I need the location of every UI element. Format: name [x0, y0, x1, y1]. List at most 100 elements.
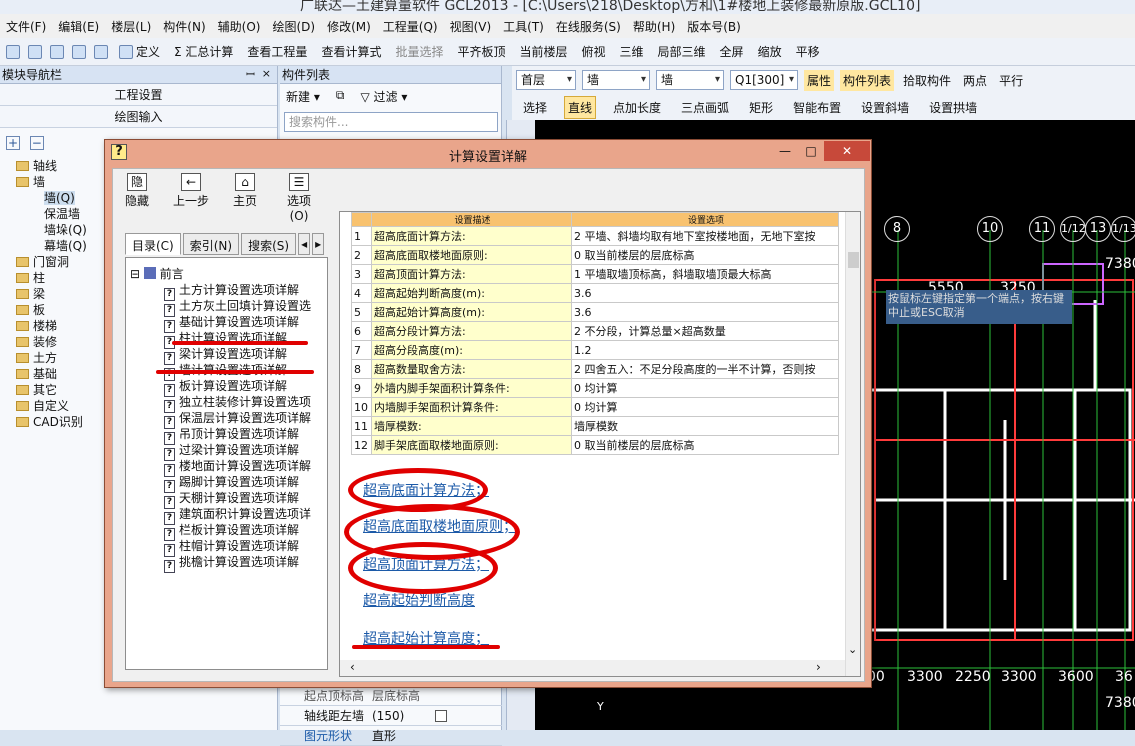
toc-item[interactable]: ? 柱帽计算设置选项详解	[164, 538, 299, 557]
fullscreen-button[interactable]: 全屏	[717, 41, 747, 62]
menu-modify[interactable]: 修改(M)	[327, 18, 371, 35]
select-button[interactable]: 选择	[520, 96, 550, 119]
zoom-button[interactable]: 缩放	[755, 41, 785, 62]
tree-item-curtain-wall[interactable]: 幕墙(Q)	[16, 238, 87, 254]
table-row[interactable]: 12 脚手架底面取楼地面原则: 0 取当前楼层的层底标高	[351, 435, 839, 455]
menu-view[interactable]: 视图(V)	[450, 18, 492, 35]
menu-floor[interactable]: 楼层(L)	[111, 18, 151, 35]
options-button[interactable]: ☰ 选项(O)	[281, 173, 317, 223]
tab-index[interactable]: 索引(N)	[182, 233, 240, 255]
rect-button[interactable]: 矩形	[746, 96, 776, 119]
tab-contents[interactable]: 目录(C)	[125, 233, 181, 255]
tree-item-axis[interactable]: 轴线	[16, 158, 87, 174]
hide-button[interactable]: 隐隐藏	[119, 173, 155, 213]
table-row[interactable]: 11 墙厚模数: 墙厚模数	[351, 416, 839, 436]
scroll-left-arrow[interactable]: ‹	[350, 660, 355, 674]
toc-item[interactable]: ? 吊顶计算设置选项详解	[164, 426, 299, 445]
table-cell[interactable]: 0 取当前楼层的层底标高	[571, 245, 839, 265]
define-button[interactable]: 定义	[116, 41, 163, 62]
table-row[interactable]: 2 超高底面取楼地面原则: 0 取当前楼层的层底标高	[351, 245, 839, 265]
tree-item-slab[interactable]: 板	[16, 302, 87, 318]
table-cell[interactable]: 1 平墙取墙顶标高，斜墙取墙顶最大标高	[571, 264, 839, 284]
close-button[interactable]: ✕	[824, 141, 870, 161]
tree-item-other[interactable]: 其它	[16, 382, 87, 398]
menu-draw[interactable]: 绘图(D)	[272, 18, 315, 35]
horizontal-scrollbar[interactable]: ‹ ›	[340, 660, 845, 676]
project-settings-button[interactable]: 工程设置	[0, 84, 277, 106]
smart-layout-button[interactable]: 智能布置	[790, 96, 844, 119]
new-file-icon[interactable]	[6, 44, 20, 59]
vertical-scrollbar[interactable]: ⌄	[845, 212, 860, 676]
table-row[interactable]: 1 超高底面计算方法: 2 平墙、斜墙均取有地下室按楼地面，无地下室按	[351, 226, 839, 246]
table-cell[interactable]: 墙厚模数	[571, 416, 839, 436]
table-cell[interactable]: 2 四舍五入：不足分段高度的一半不计算，否则按	[571, 359, 839, 379]
property-button[interactable]: 属性	[804, 70, 835, 91]
table-cell[interactable]: 2 不分段，计算总量×超高数量	[571, 321, 839, 341]
menu-help[interactable]: 帮助(H)	[633, 18, 675, 35]
local-3d-button[interactable]: 局部三维	[655, 41, 709, 62]
table-cell[interactable]: 3.6	[571, 283, 839, 303]
table-row[interactable]: 5 超高起始计算高度(m): 3.6	[351, 302, 839, 322]
table-row[interactable]: 3 超高顶面计算方法: 1 平墙取墙顶标高，斜墙取墙顶最大标高	[351, 264, 839, 284]
menu-tools[interactable]: 工具(T)	[503, 18, 544, 35]
table-row[interactable]: 4 超高起始判断高度(m): 3.6	[351, 283, 839, 303]
expand-icon[interactable]: + −	[6, 136, 44, 150]
pin-icon[interactable]: ꟷ	[246, 67, 255, 82]
toc-item[interactable]: ? 独立柱装修计算设置选项	[164, 394, 311, 413]
table-row[interactable]: 9 外墙内脚手架面积计算条件: 0 均计算	[351, 378, 839, 398]
menu-quantity[interactable]: 工程量(Q)	[383, 18, 438, 35]
tree-item-pilaster[interactable]: 墙垛(Q)	[16, 222, 87, 238]
slope-wall-button[interactable]: 设置斜墙	[858, 96, 912, 119]
arc-button[interactable]: 三点画弧	[678, 96, 732, 119]
table-row[interactable]: 10 内墙脚手架面积计算条件: 0 均计算	[351, 397, 839, 417]
line-button[interactable]: 直线	[564, 96, 597, 119]
table-cell[interactable]: 0 均计算	[571, 378, 839, 398]
tree-item-stair[interactable]: 楼梯	[16, 318, 87, 334]
menu-online[interactable]: 在线服务(S)	[556, 18, 621, 35]
toc-item[interactable]: ? 土方计算设置选项详解	[164, 282, 299, 301]
tree-item-foundation[interactable]: 基础	[16, 366, 87, 382]
category-select[interactable]: 墙	[582, 70, 650, 90]
tree-item-earthwork[interactable]: 土方	[16, 350, 87, 366]
table-row[interactable]: 8 超高数量取舍方法: 2 四舍五入：不足分段高度的一半不计算，否则按	[351, 359, 839, 379]
tab-scroll-left[interactable]: ◂	[298, 233, 311, 255]
toc-item[interactable]: ? 过梁计算设置选项详解	[164, 442, 299, 461]
tree-item-column[interactable]: 柱	[16, 270, 87, 286]
pick-component-button[interactable]: 拾取构件	[900, 70, 954, 91]
pan-button[interactable]: 平移	[793, 41, 823, 62]
toc-root[interactable]: ⊟ 前言	[130, 266, 184, 282]
table-row[interactable]: 6 超高分段计算方法: 2 不分段，计算总量×超高数量	[351, 321, 839, 341]
table-cell[interactable]: 1.2	[571, 340, 839, 360]
maximize-button[interactable]: □	[798, 141, 824, 161]
menu-component[interactable]: 构件(N)	[163, 18, 205, 35]
toc-item[interactable]: ? 楼地面计算设置选项详解	[164, 458, 311, 477]
undo-icon[interactable]	[72, 44, 86, 59]
menu-aux[interactable]: 辅助(O)	[218, 18, 261, 35]
three-d-button[interactable]: 三维	[617, 41, 647, 62]
toc-item[interactable]: ? 保温层计算设置选项详解	[164, 410, 311, 429]
component-list-button[interactable]: 构件列表	[840, 70, 895, 91]
top-view-button[interactable]: 俯视	[579, 41, 609, 62]
tab-scroll-right[interactable]: ▸	[312, 233, 325, 255]
tree-item-decoration[interactable]: 装修	[16, 334, 87, 350]
property-row[interactable]: 轴线距左墙 (150)	[280, 706, 502, 726]
copy-icon[interactable]: ⧉	[336, 88, 345, 105]
menu-version[interactable]: 版本号(B)	[687, 18, 741, 35]
align-slab-top-button[interactable]: 平齐板顶	[454, 41, 508, 62]
toc-item[interactable]: ? 栏板计算设置选项详解	[164, 522, 299, 541]
floor-select[interactable]: 首层	[516, 70, 576, 90]
tree-item-custom[interactable]: 自定义	[16, 398, 87, 414]
toc-item[interactable]: ? 挑檐计算设置选项详解	[164, 554, 299, 573]
scroll-thumb[interactable]	[848, 252, 859, 268]
redo-icon[interactable]	[94, 44, 108, 59]
table-cell[interactable]: 0 取当前楼层的层底标高	[571, 435, 839, 455]
tree-item-insulation-wall[interactable]: 保温墙	[16, 206, 87, 222]
minimize-button[interactable]: —	[772, 141, 798, 161]
menu-file[interactable]: 文件(F)	[6, 18, 46, 35]
type-select[interactable]: 墙	[656, 70, 724, 90]
table-row[interactable]: 7 超高分段高度(m): 1.2	[351, 340, 839, 360]
toc-item[interactable]: ? 梁计算设置选项详解	[164, 346, 287, 365]
tree-item-cad[interactable]: CAD识别	[16, 414, 87, 430]
toc-item[interactable]: ? 基础计算设置选项详解	[164, 314, 299, 333]
batch-select-button[interactable]: 批量选择	[392, 41, 446, 62]
